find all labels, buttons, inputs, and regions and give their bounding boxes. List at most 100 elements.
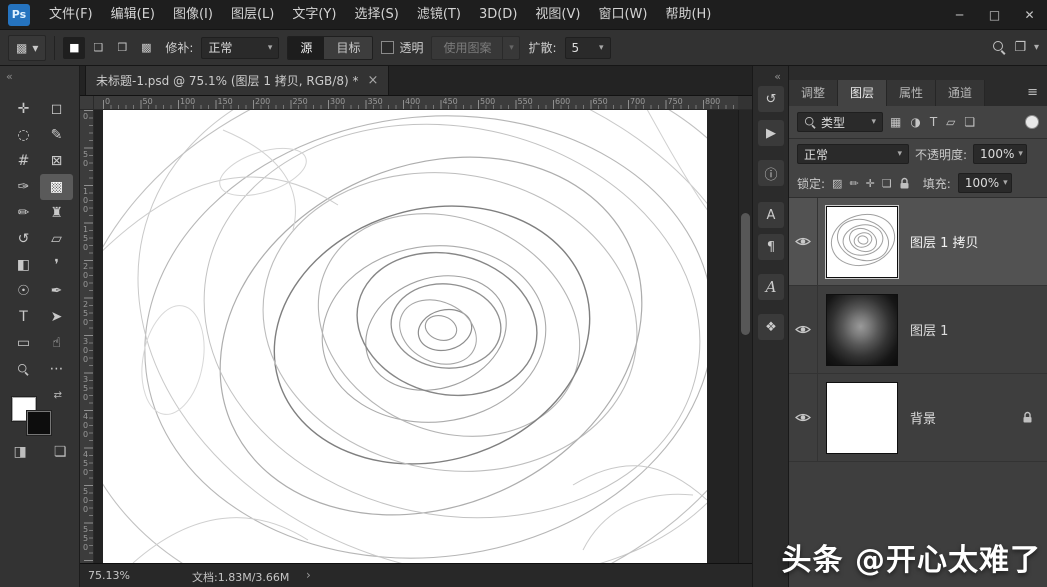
pen-tool-icon[interactable]: ✒ — [40, 278, 73, 304]
diffusion-select[interactable]: 5 ▾ — [565, 37, 611, 59]
paragraph-panel-icon[interactable]: ¶ — [758, 234, 784, 260]
lock-all-icon[interactable] — [899, 177, 910, 190]
more-tools-icon[interactable]: ⋯ — [40, 356, 73, 382]
close-button[interactable]: ✕ — [1012, 0, 1047, 30]
filter-shape-layers-icon[interactable]: ▱ — [946, 115, 955, 129]
eraser-tool-icon[interactable]: ▱ — [40, 226, 73, 252]
workspace-chevron-icon[interactable]: ▾ — [1034, 42, 1039, 53]
background-color[interactable] — [27, 411, 51, 435]
glyphs-panel-icon[interactable]: A — [758, 274, 784, 300]
menu-item-1[interactable]: 编辑(E) — [102, 0, 164, 30]
menu-item-5[interactable]: 选择(S) — [345, 0, 407, 30]
menu-item-2[interactable]: 图像(I) — [164, 0, 222, 30]
layer-row[interactable]: 图层 1 拷贝 — [789, 198, 1047, 286]
panel-tab-3[interactable]: 通道 — [936, 80, 985, 106]
move-tool-icon[interactable]: ✛ — [7, 96, 40, 122]
panel-tab-1[interactable]: 图层 — [838, 80, 887, 106]
gradient-tool-icon[interactable]: ◧ — [7, 252, 40, 278]
scrollbar-thumb[interactable] — [741, 213, 750, 335]
3d-panel-icon[interactable]: ❖ — [758, 314, 784, 340]
subtract-selection-icon[interactable]: ❒ — [111, 37, 133, 59]
hand-tool-icon[interactable]: ☝ — [40, 330, 73, 356]
menu-item-8[interactable]: 视图(V) — [526, 0, 589, 30]
lock-position-icon[interactable]: ✛ — [866, 177, 875, 190]
zoom-level[interactable]: 75.13% — [88, 569, 130, 582]
lock-artboard-icon[interactable]: ❏ — [882, 177, 892, 190]
patch-mode-select[interactable]: 正常 ▾ — [201, 37, 279, 59]
history-brush-tool-icon[interactable]: ↺ — [7, 226, 40, 252]
character-panel-icon[interactable]: A — [758, 202, 784, 228]
dodge-tool-icon[interactable]: ☉ — [7, 278, 40, 304]
marquee-tool-icon[interactable]: ◻ — [40, 96, 73, 122]
add-selection-icon[interactable]: ❑ — [87, 37, 109, 59]
transparent-checkbox[interactable]: 透明 — [381, 39, 423, 56]
menu-item-6[interactable]: 滤镜(T) — [408, 0, 470, 30]
layer-thumbnail[interactable] — [826, 382, 898, 454]
lock-image-pixels-icon[interactable]: ✏ — [849, 177, 858, 190]
history-panel-icon[interactable]: ↺ — [758, 86, 784, 112]
search-icon[interactable] — [993, 41, 1006, 54]
layer-visibility-toggle[interactable] — [789, 286, 818, 373]
filter-type-select[interactable]: 类型 ▾ — [797, 112, 883, 132]
crop-tool-icon[interactable]: # — [7, 148, 40, 174]
info-panel-icon[interactable]: ⓘ — [758, 160, 784, 186]
layer-row[interactable]: 图层 1 — [789, 286, 1047, 374]
quick-selection-tool-icon[interactable]: ✎ — [40, 122, 73, 148]
layer-filter-toggle[interactable] — [1025, 115, 1039, 129]
filter-pixel-layers-icon[interactable]: ▦ — [890, 115, 901, 129]
filter-smart-objects-icon[interactable]: ❏ — [964, 115, 975, 129]
tool-preset-picker[interactable]: ▩ ▾ — [8, 35, 46, 61]
toolbar-collapse-icon[interactable]: « — [6, 70, 13, 83]
maximize-button[interactable]: □ — [977, 0, 1012, 30]
layer-row[interactable]: 背景 — [789, 374, 1047, 462]
vertical-ruler[interactable]: 050100150200250300350400450500550600 — [80, 110, 94, 563]
layer-visibility-toggle[interactable] — [789, 374, 818, 461]
actions-panel-icon[interactable]: ▶ — [758, 120, 784, 146]
lock-transparent-pixels-icon[interactable]: ▨ — [832, 177, 842, 190]
vertical-scrollbar[interactable] — [738, 110, 752, 563]
layer-thumbnail[interactable] — [826, 206, 898, 278]
menu-item-4[interactable]: 文字(Y) — [283, 0, 345, 30]
panel-tab-0[interactable]: 调整 — [789, 80, 838, 106]
ruler-corner[interactable] — [80, 96, 94, 110]
screen-mode-icon[interactable]: ❏ — [54, 444, 67, 460]
filter-adjustment-layers-icon[interactable]: ◑ — [910, 115, 920, 129]
patch-tool-icon[interactable]: ▩ — [40, 174, 73, 200]
intersect-selection-icon[interactable]: ▩ — [135, 37, 157, 59]
opacity-select[interactable]: 100% ▾ — [973, 144, 1027, 164]
tab-close-icon[interactable]: × — [367, 73, 378, 88]
destination-button[interactable]: 目标 — [324, 37, 372, 59]
menu-item-10[interactable]: 帮助(H) — [656, 0, 720, 30]
document-tab[interactable]: 未标题-1.psd @ 75.1% (图层 1 拷贝, RGB/8) * × — [85, 66, 389, 95]
brush-tool-icon[interactable]: ✏ — [7, 200, 40, 226]
status-flyout-icon[interactable]: › — [306, 568, 311, 582]
filter-type-layers-icon[interactable]: T — [930, 115, 937, 129]
layer-thumbnail[interactable] — [826, 294, 898, 366]
layer-visibility-toggle[interactable] — [789, 198, 818, 285]
quick-mask-icon[interactable]: ◨ — [14, 444, 27, 460]
swap-colors-icon[interactable]: ⇄ — [54, 390, 62, 401]
zoom-tool-icon[interactable] — [7, 356, 40, 382]
lasso-tool-icon[interactable]: ◌ — [7, 122, 40, 148]
blur-tool-icon[interactable]: ❜ — [40, 252, 73, 278]
panel-menu-icon[interactable]: ≡ — [1018, 80, 1047, 106]
blend-mode-select[interactable]: 正常 ▾ — [797, 144, 909, 164]
menu-item-0[interactable]: 文件(F) — [40, 0, 102, 30]
type-tool-icon[interactable]: T — [7, 304, 40, 330]
menu-item-3[interactable]: 图层(L) — [222, 0, 283, 30]
horizontal-ruler[interactable]: 0501001502002503003504004505005506006507… — [94, 96, 738, 110]
clone-stamp-tool-icon[interactable]: ♜ — [40, 200, 73, 226]
workspace-icon[interactable]: ❐ — [1014, 40, 1026, 55]
menu-item-9[interactable]: 窗口(W) — [589, 0, 656, 30]
source-button[interactable]: 源 — [288, 37, 324, 59]
panel-tab-2[interactable]: 属性 — [887, 80, 936, 106]
document-canvas[interactable] — [103, 110, 707, 563]
menu-item-7[interactable]: 3D(D) — [470, 0, 526, 30]
path-selection-tool-icon[interactable]: ➤ — [40, 304, 73, 330]
fill-select[interactable]: 100% ▾ — [958, 173, 1012, 193]
panel-strip-collapse-icon[interactable]: « — [774, 70, 781, 83]
frame-tool-icon[interactable]: ⊠ — [40, 148, 73, 174]
shape-tool-icon[interactable]: ▭ — [7, 330, 40, 356]
new-selection-icon[interactable]: ■ — [63, 37, 85, 59]
eyedropper-tool-icon[interactable]: ✑ — [7, 174, 40, 200]
